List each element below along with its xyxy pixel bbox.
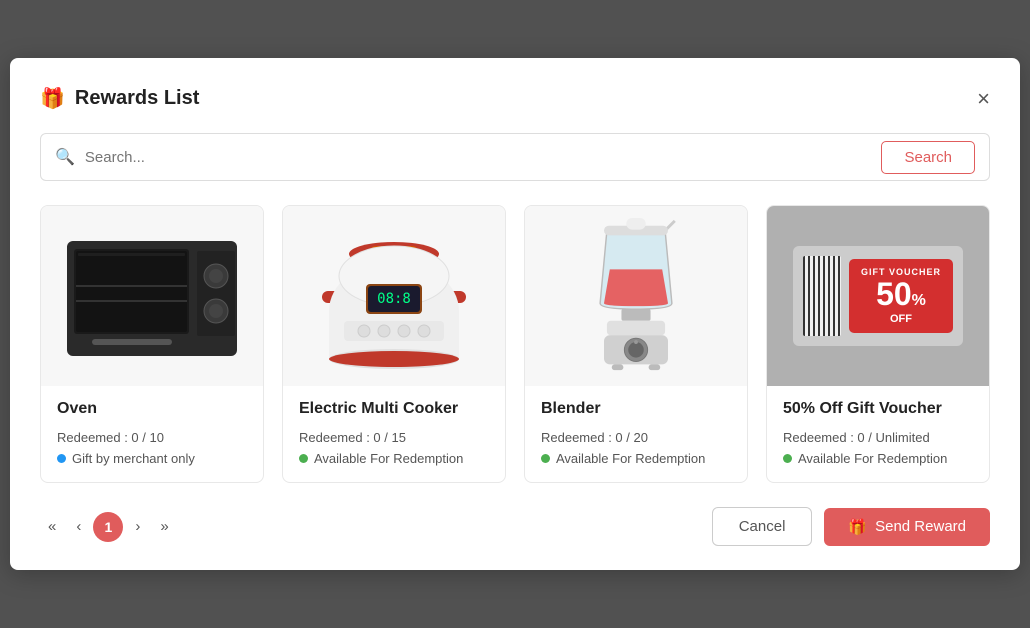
card-oven-status: Gift by merchant only (57, 451, 247, 466)
card-blender-title: Blender (541, 400, 731, 418)
card-cooker-image: 08:8 (283, 206, 505, 386)
modal-title-text: Rewards List (75, 87, 199, 110)
modal-overlay: 🎁 Rewards List × 🔍 Search (0, 0, 1030, 628)
card-oven-image (41, 206, 263, 386)
card-blender-status: Available For Redemption (541, 451, 731, 466)
card-cooker-status: Available For Redemption (299, 451, 489, 466)
footer-buttons: Cancel 🎁 Send Reward (712, 507, 990, 546)
card-cooker[interactable]: 08:8 Electric Multi Cooker Redeemed : 0 … (282, 205, 506, 483)
card-oven-title: Oven (57, 400, 247, 418)
card-voucher-status-text: Available For Redemption (798, 451, 947, 466)
page-last-button[interactable]: » (152, 514, 176, 539)
card-blender-redeemed: Redeemed : 0 / 20 (541, 430, 731, 445)
card-voucher-title: 50% Off Gift Voucher (783, 400, 973, 418)
card-cooker-redeemed: Redeemed : 0 / 15 (299, 430, 489, 445)
card-voucher-redeemed: Redeemed : 0 / Unlimited (783, 430, 973, 445)
search-button[interactable]: Search (881, 141, 975, 174)
search-bar: 🔍 Search (40, 133, 990, 181)
card-voucher-body: 50% Off Gift Voucher Redeemed : 0 / Unli… (767, 386, 989, 466)
card-blender-status-text: Available For Redemption (556, 451, 705, 466)
card-oven-body: Oven Redeemed : 0 / 10 Gift by merchant … (41, 386, 263, 466)
page-next-button[interactable]: › (127, 514, 148, 539)
send-reward-label: Send Reward (875, 518, 966, 535)
status-dot-blue (57, 454, 66, 463)
page-current[interactable]: 1 (93, 512, 123, 542)
card-cooker-title: Electric Multi Cooker (299, 400, 489, 418)
gift-send-icon: 🎁 (848, 518, 867, 536)
modal-title: 🎁 Rewards List (40, 86, 199, 111)
svg-text:08:8: 08:8 (377, 291, 411, 307)
card-voucher-status: Available For Redemption (783, 451, 973, 466)
search-input[interactable] (85, 149, 882, 166)
modal-footer: « ‹ 1 › » Cancel 🎁 Send Reward (40, 507, 990, 546)
modal-header: 🎁 Rewards List × (40, 86, 990, 111)
card-blender-image (525, 206, 747, 386)
card-voucher[interactable]: GIFT VOUCHER 50% OFF 50% Off Gift Vouche… (766, 205, 990, 483)
card-oven-redeemed: Redeemed : 0 / 10 (57, 430, 247, 445)
status-dot-green-3 (783, 454, 792, 463)
gift-icon: 🎁 (40, 86, 65, 111)
cards-grid: Oven Redeemed : 0 / 10 Gift by merchant … (40, 205, 990, 483)
pagination: « ‹ 1 › » (40, 512, 177, 542)
send-reward-button[interactable]: 🎁 Send Reward (824, 508, 990, 546)
card-oven[interactable]: Oven Redeemed : 0 / 10 Gift by merchant … (40, 205, 264, 483)
close-button[interactable]: × (977, 88, 990, 110)
card-voucher-image: GIFT VOUCHER 50% OFF (767, 206, 989, 386)
status-dot-green-2 (541, 454, 550, 463)
card-cooker-body: Electric Multi Cooker Redeemed : 0 / 15 … (283, 386, 505, 466)
page-first-button[interactable]: « (40, 514, 64, 539)
cancel-button[interactable]: Cancel (712, 507, 813, 546)
card-blender[interactable]: Blender Redeemed : 0 / 20 Available For … (524, 205, 748, 483)
rewards-modal: 🎁 Rewards List × 🔍 Search (10, 58, 1020, 570)
page-prev-button[interactable]: ‹ (68, 514, 89, 539)
card-cooker-status-text: Available For Redemption (314, 451, 463, 466)
card-blender-body: Blender Redeemed : 0 / 20 Available For … (525, 386, 747, 466)
card-oven-status-text: Gift by merchant only (72, 451, 195, 466)
status-dot-green (299, 454, 308, 463)
search-icon: 🔍 (55, 147, 75, 167)
